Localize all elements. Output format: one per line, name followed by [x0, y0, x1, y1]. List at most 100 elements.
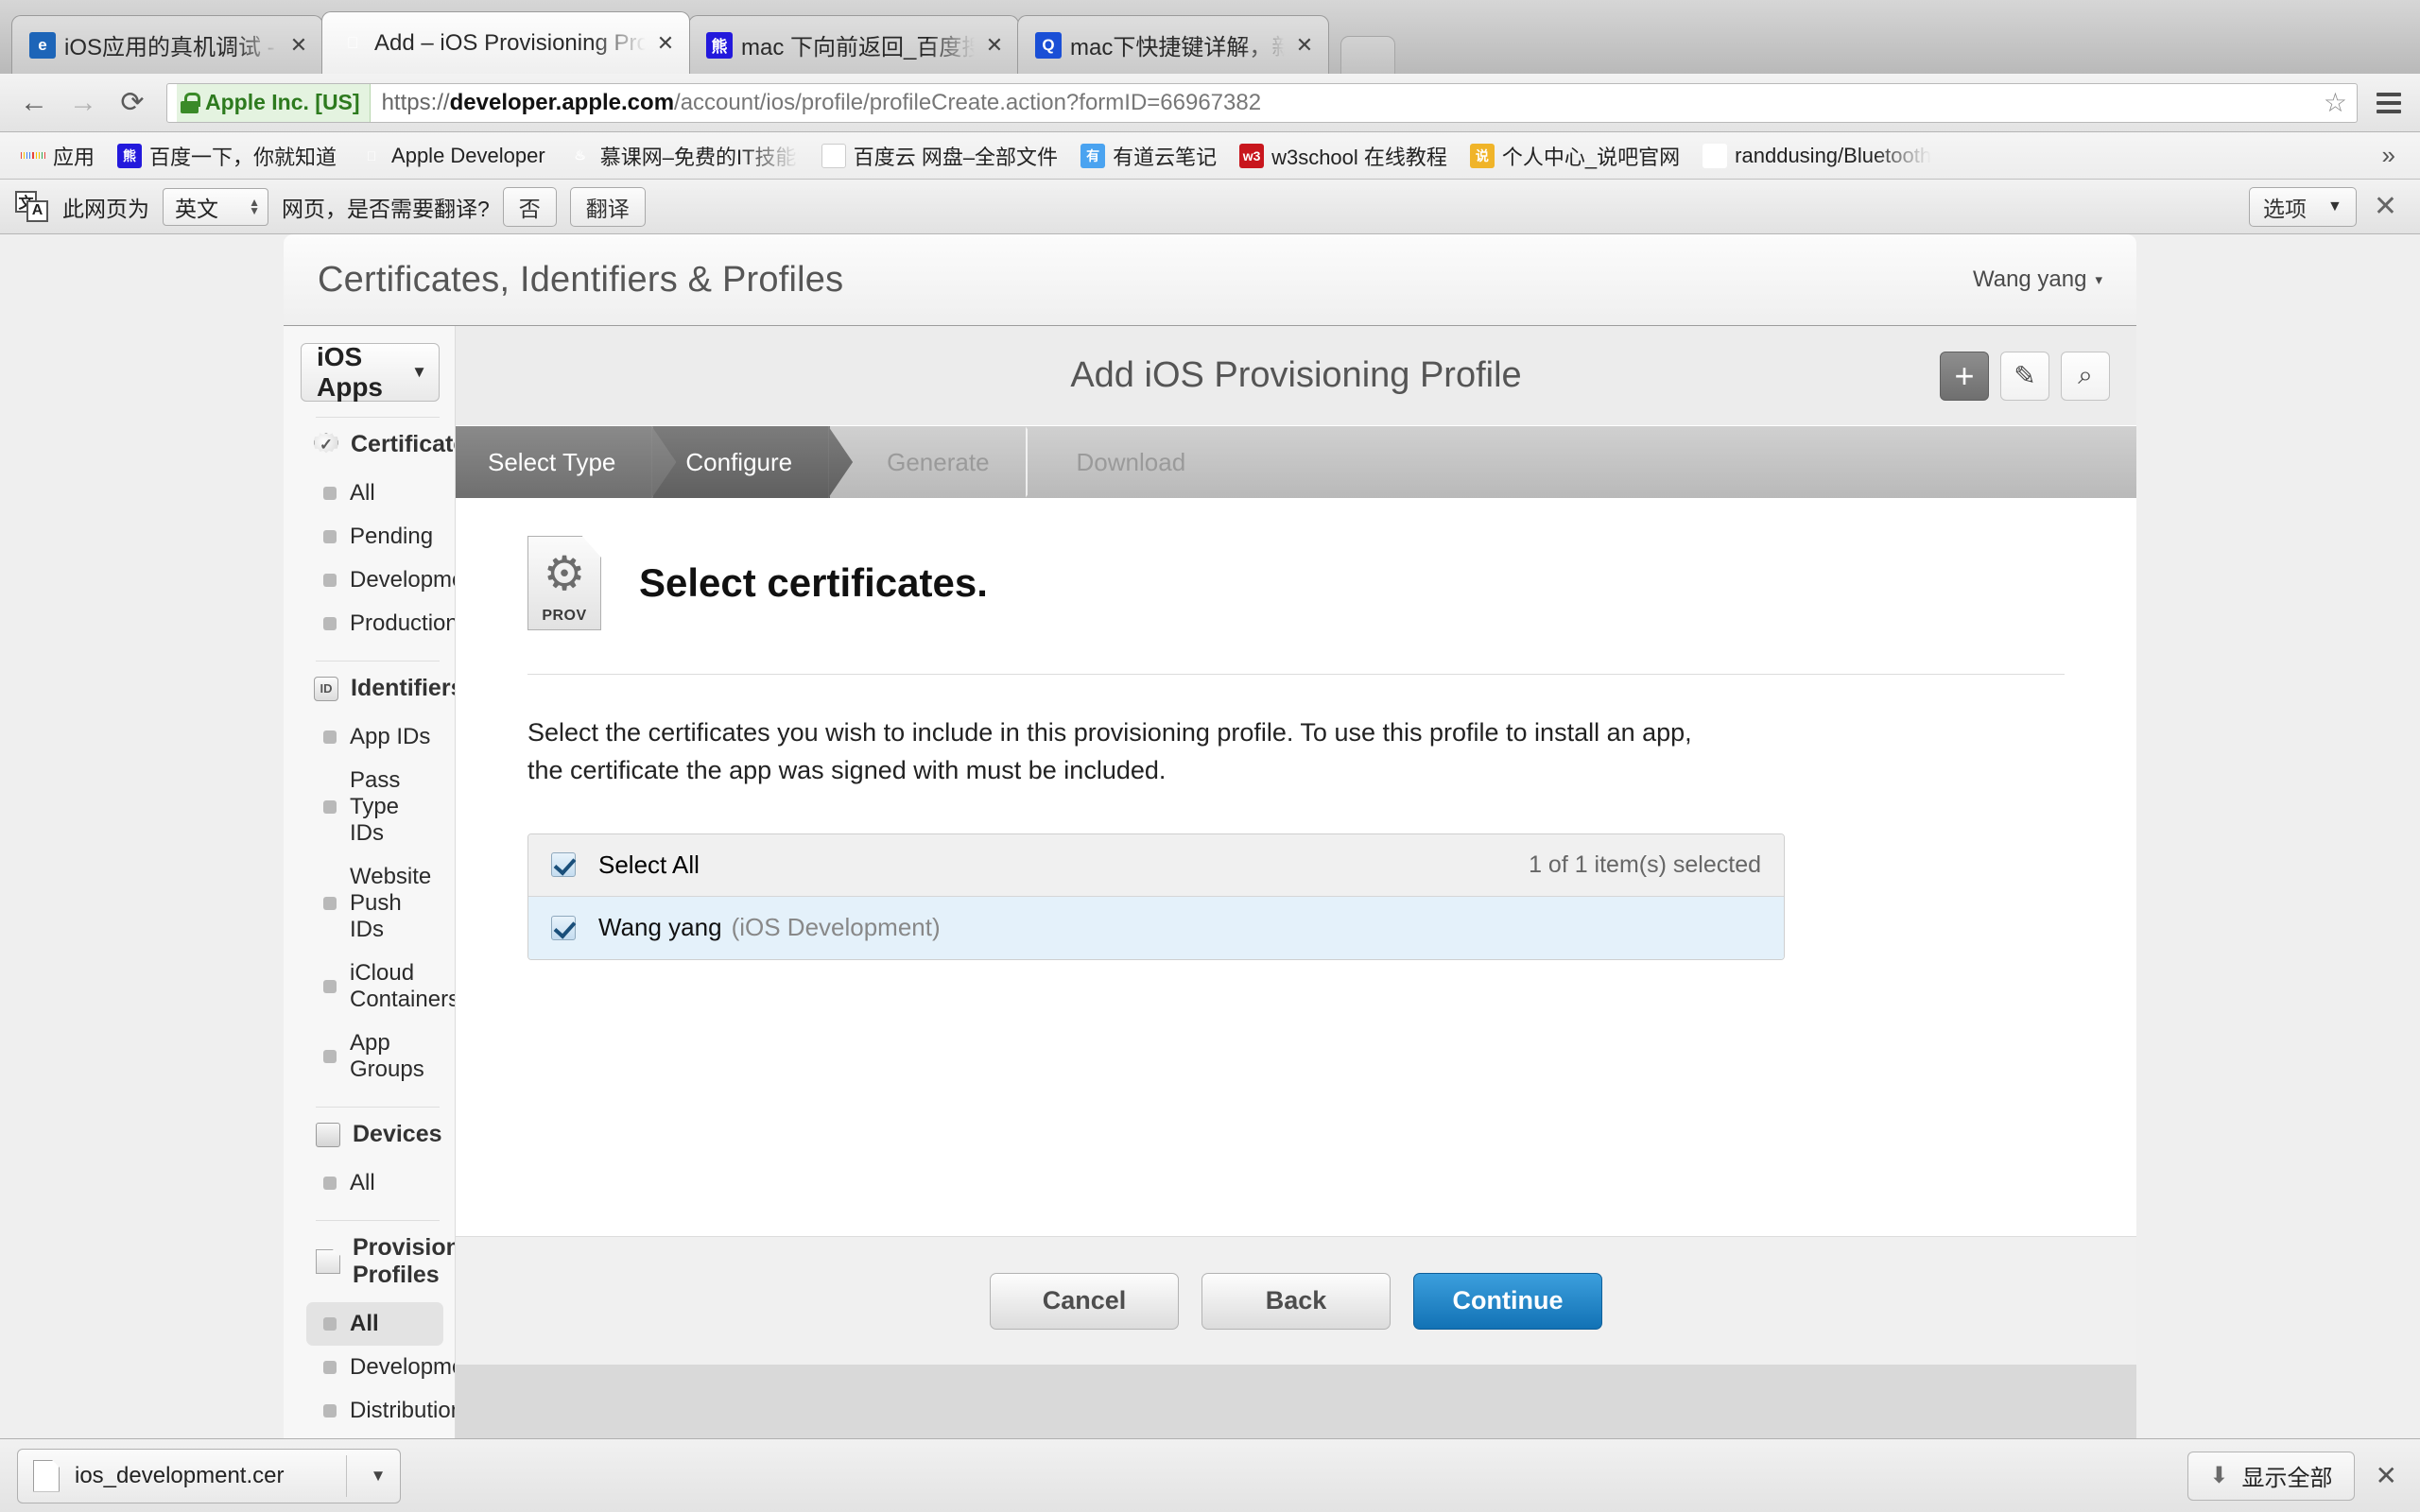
reload-icon[interactable]: ⟳	[112, 82, 153, 124]
bookmarks-overflow-icon[interactable]: »	[2369, 141, 2409, 170]
wizard-step-select-type[interactable]: Select Type	[456, 426, 677, 498]
divider	[346, 1454, 347, 1497]
tab-close-icon[interactable]: ✕	[655, 31, 676, 56]
sidebar-item-certificates-all[interactable]: All	[306, 472, 443, 515]
sidebar-item-label: Development	[350, 567, 455, 593]
wizard-step-label: Generate	[887, 447, 990, 476]
page-footer-strip	[456, 1365, 2136, 1438]
bookmark-w3school[interactable]: w3 w3school 在线教程	[1230, 137, 1457, 175]
sidebar-item-app-ids[interactable]: App IDs	[306, 715, 443, 759]
translate-no-button[interactable]: 否	[502, 186, 557, 227]
sidebar-item-profiles-all[interactable]: All	[306, 1302, 443, 1346]
bookmark-apps[interactable]: 应用	[11, 137, 104, 175]
tab-close-icon[interactable]: ✕	[984, 33, 1005, 58]
wizard-step-configure[interactable]: Configure	[653, 426, 854, 498]
bullet-icon	[323, 1050, 337, 1063]
sidebar-item-profiles-distribution[interactable]: Distribution	[306, 1389, 455, 1433]
new-tab-button[interactable]	[1340, 36, 1395, 74]
account-menu[interactable]: Wang yang ▾	[1973, 266, 2102, 293]
certificate-list: Select All 1 of 1 item(s) selected Wang …	[527, 833, 1785, 960]
bookmark-github[interactable]: ● randdusing/Bluetooth	[1693, 140, 1941, 172]
sidebar-item-certificates-production[interactable]: Production	[306, 602, 455, 645]
back-icon[interactable]: ←	[13, 82, 55, 124]
w3school-icon: w3	[1239, 143, 1265, 168]
sidebar-item-certificates-development[interactable]: Development	[306, 558, 455, 602]
bookmark-baidu[interactable]: 熊 百度一下，你就知道	[108, 137, 346, 175]
edit-icon[interactable]: ✎	[2000, 351, 2049, 401]
browser-window: e iOS应用的真机调试 - 每天进 ✕  Add – iOS Provisi…	[0, 0, 2420, 1512]
app-platform-select[interactable]: iOS Apps ▼	[301, 342, 440, 402]
translate-language-select[interactable]: 英文 ▲ ▼	[163, 187, 268, 226]
tab-title: mac 下向前返回_百度搜索	[741, 35, 975, 60]
provisioning-profile-icon: ⚙ PROV	[527, 536, 601, 630]
sidebar-item-profiles-development[interactable]: Development	[306, 1346, 455, 1389]
bookmark-label: 个人中心_说吧官网	[1501, 145, 1681, 169]
translate-options-label: 选项	[2263, 196, 2308, 221]
divider	[527, 674, 2065, 675]
browser-tab-1[interactable]: e iOS应用的真机调试 - 每天进 ✕	[11, 15, 323, 74]
certificate-list-header[interactable]: Select All 1 of 1 item(s) selected	[528, 833, 1784, 897]
bookmark-youdao[interactable]: 有 有道云笔记	[1071, 137, 1226, 175]
wizard-step-download[interactable]: Download	[1028, 426, 1224, 498]
browser-menu-icon[interactable]	[2371, 92, 2407, 113]
continue-button[interactable]: Continue	[1413, 1272, 1602, 1330]
sidebar-group-provisioning-profiles: Provisioning Profiles All Development	[284, 1220, 455, 1433]
sidebar-item-label: Production	[350, 610, 456, 636]
sidebar-item-pass-type-ids[interactable]: Pass Type IDs	[306, 759, 443, 855]
apple-icon: 	[359, 144, 384, 168]
add-icon[interactable]: +	[1940, 351, 1989, 401]
sidebar-item-app-groups[interactable]: App Groups	[306, 1022, 443, 1091]
browser-tab-4[interactable]: Q mac下快捷键详解，新手必读 ✕	[1017, 15, 1329, 74]
sidebar-item-website-push-ids[interactable]: Website Push IDs	[306, 855, 443, 952]
wizard-step-generate[interactable]: Generate	[830, 426, 1028, 498]
download-arrow-icon: ⬇	[2209, 1463, 2229, 1488]
sidebar-item-label: App IDs	[350, 724, 431, 749]
certificate-checkbox[interactable]	[551, 915, 576, 940]
translate-suffix-text: 网页，是否需要翻译?	[282, 196, 490, 221]
github-icon: ●	[1703, 143, 1728, 168]
browser-tab-2[interactable]:  Add – iOS Provisioning Pro ✕	[321, 11, 690, 74]
bookmark-label: 慕课网–免费的IT技能学	[599, 145, 799, 169]
sidebar-item-icloud-containers[interactable]: iCloud Containers	[306, 952, 455, 1022]
app-platform-value: iOS Apps	[317, 342, 383, 402]
baidu-icon: 熊	[117, 143, 143, 168]
bullet-icon	[323, 1404, 337, 1418]
tab-close-icon[interactable]: ✕	[288, 33, 309, 58]
bullet-icon	[323, 574, 337, 587]
panel-heading: Select certificates.	[639, 560, 988, 605]
content-toolbar: Add iOS Provisioning Profile + ✎ ⌕	[456, 326, 2136, 426]
bookmark-baidu-pan[interactable]: 云 百度云 网盘–全部文件	[812, 137, 1067, 175]
bullet-icon	[323, 800, 337, 814]
sidebar-item-devices-all[interactable]: All	[306, 1161, 443, 1205]
sidebar-item-certificates-pending[interactable]: Pending	[306, 515, 443, 558]
browser-tab-3[interactable]: 熊 mac 下向前返回_百度搜索 ✕	[688, 15, 1019, 74]
tab-title: Add – iOS Provisioning Pro	[374, 29, 646, 56]
bookmark-shuoba[interactable]: 说 个人中心_说吧官网	[1461, 137, 1689, 175]
translate-close-icon[interactable]: ✕	[2374, 190, 2405, 223]
wizard-title: Add iOS Provisioning Profile	[1070, 355, 1522, 395]
download-item[interactable]: ios_development.cer ▼	[17, 1448, 401, 1503]
url-scheme: https://	[381, 89, 450, 115]
sidebar-item-label: Development	[350, 1354, 455, 1380]
select-all-checkbox[interactable]	[551, 852, 576, 878]
search-icon[interactable]: ⌕	[2061, 351, 2110, 401]
bookmark-apple-developer[interactable]:  Apple Developer	[350, 140, 555, 172]
back-button[interactable]: Back	[1201, 1272, 1391, 1330]
cancel-button[interactable]: Cancel	[990, 1272, 1179, 1330]
show-all-downloads-button[interactable]: ⬇ 显示全部	[2187, 1451, 2355, 1501]
sidebar-item-label: Website Push IDs	[350, 864, 432, 942]
certificate-row[interactable]: Wang yang (iOS Development)	[528, 896, 1784, 959]
translate-button[interactable]: 翻译	[569, 186, 646, 227]
tab-close-icon[interactable]: ✕	[1294, 33, 1315, 58]
bookmark-star-icon[interactable]: ☆	[2312, 87, 2347, 118]
forward-icon[interactable]: →	[62, 82, 104, 124]
bookmark-imooc[interactable]: ♨ 慕课网–免费的IT技能学	[559, 137, 808, 175]
close-icon[interactable]: ✕	[2376, 1460, 2403, 1491]
panel-hero: ⚙ PROV Select certificates.	[527, 536, 2065, 630]
translate-options-button[interactable]: 选项 ▼	[2249, 186, 2357, 227]
sidebar-heading-identifiers: ID Identifiers	[284, 662, 455, 715]
sidebar-group-devices: Devices All	[284, 1107, 455, 1205]
chevron-down-icon[interactable]: ▼	[362, 1467, 394, 1486]
address-bar[interactable]: Apple Inc. [US] https://developer.apple.…	[166, 82, 2358, 123]
translate-icon-char-2: A	[26, 199, 48, 222]
